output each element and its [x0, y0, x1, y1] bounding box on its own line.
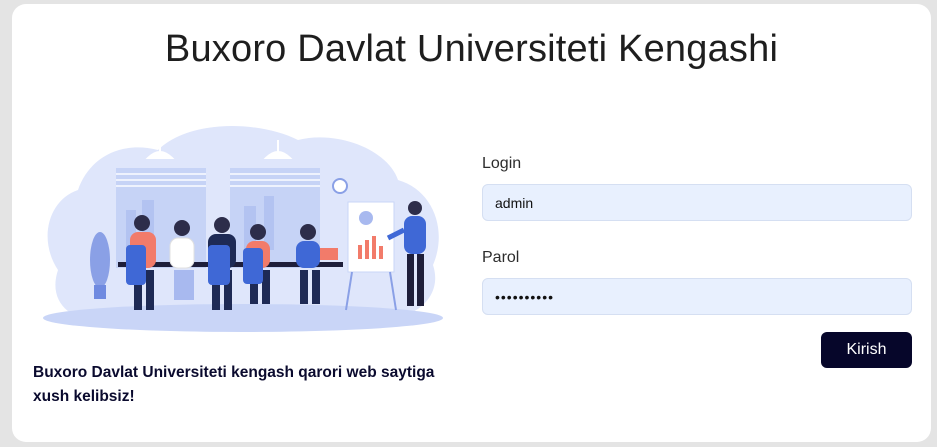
- presentation-board: [347, 201, 395, 273]
- meeting-illustration: [43, 126, 443, 332]
- password-input[interactable]: [482, 278, 912, 315]
- login-button[interactable]: Kirish: [821, 332, 912, 368]
- login-input[interactable]: [482, 184, 912, 221]
- plant: [90, 232, 110, 288]
- page-title: Buxoro Davlat Universiteti Kengashi: [164, 28, 779, 70]
- login-label: Login: [482, 155, 522, 172]
- clock-icon: [332, 178, 348, 194]
- password-label: Parol: [482, 249, 520, 266]
- illustration-floor: [43, 304, 443, 332]
- welcome-message: Buxoro Davlat Universiteti kengash qaror…: [33, 364, 435, 405]
- login-card: Buxoro Davlat Universiteti Kengashi Buxo…: [12, 4, 931, 442]
